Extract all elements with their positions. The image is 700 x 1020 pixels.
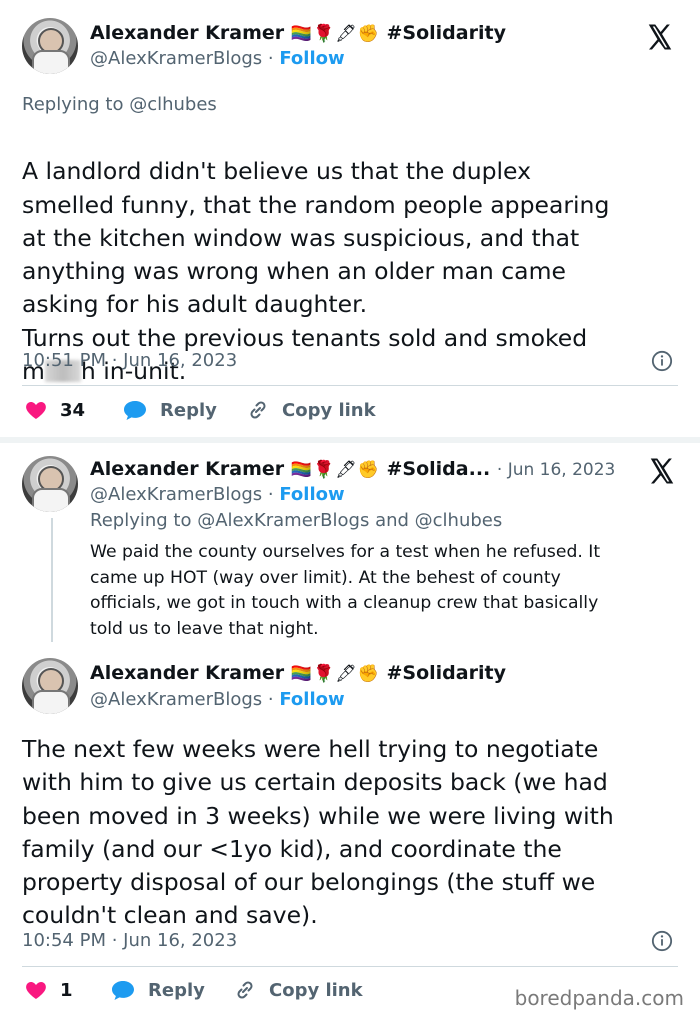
- copy-link-label: Copy link: [282, 399, 376, 421]
- tweet-text: The next few weeks were hell trying to n…: [22, 735, 614, 930]
- reply-label: Reply: [160, 399, 217, 421]
- copy-link-label: Copy link: [269, 979, 363, 1001]
- like-count: 1: [60, 979, 73, 1001]
- like-count: 34: [60, 399, 86, 421]
- tweet-text: We paid the county ourselves for a test …: [90, 542, 601, 639]
- handle-line: @AlexKramerBlogs · Follow: [90, 48, 345, 69]
- tweet-text-body: A landlord didn't believe us that the du…: [22, 157, 610, 352]
- heart-icon: [26, 402, 46, 419]
- section-divider: [0, 437, 700, 443]
- info-icon[interactable]: [651, 930, 673, 952]
- replying-to: Replying to @AlexKramerBlogs and @clhube…: [90, 510, 502, 531]
- handle-line: @AlexKramerBlogs · Follow: [90, 689, 345, 710]
- timestamp[interactable]: 10:51 PM · Jun 16, 2023: [22, 350, 237, 371]
- handle[interactable]: @AlexKramerBlogs: [90, 484, 262, 505]
- reply-button[interactable]: Reply: [122, 398, 217, 422]
- name-hashtag: #Solidarity: [386, 22, 506, 44]
- info-icon[interactable]: [651, 350, 673, 372]
- timestamp[interactable]: 10:54 PM · Jun 16, 2023: [22, 930, 237, 951]
- copy-link-button[interactable]: Copy link: [246, 398, 376, 422]
- follow-button[interactable]: Follow: [279, 689, 344, 710]
- replying-to: Replying to @clhubes: [22, 94, 217, 115]
- display-name[interactable]: Alexander Kramer 🏳️‍🌈🌹🖋✊ #Solidarity: [90, 662, 506, 684]
- replying-mention[interactable]: @clhubes: [129, 94, 217, 115]
- like-button[interactable]: 34: [24, 398, 85, 422]
- avatar[interactable]: [22, 658, 78, 714]
- replying-label: Replying to: [90, 510, 192, 531]
- reply-bubble-icon: [112, 981, 134, 1000]
- separator: ·: [267, 48, 274, 69]
- name-hashtag: #Solidarity: [386, 662, 506, 684]
- heart-icon: [26, 982, 46, 999]
- replying-mention[interactable]: @AlexKramerBlogs and @clhubes: [197, 510, 502, 531]
- display-name-text[interactable]: Alexander Kramer: [90, 662, 284, 684]
- watermark: boredpanda.com: [514, 986, 684, 1010]
- name-hashtag: #Solida...: [386, 458, 491, 480]
- name-emojis: 🏳️‍🌈🌹🖋✊: [290, 664, 380, 684]
- handle[interactable]: @AlexKramerBlogs: [90, 48, 262, 69]
- tweet-text: A landlord didn't believe us that the du…: [22, 122, 682, 388]
- display-name-text[interactable]: Alexander Kramer: [90, 22, 284, 44]
- separator: ·: [267, 484, 274, 505]
- display-name-text[interactable]: Alexander Kramer: [90, 458, 284, 480]
- avatar[interactable]: [22, 18, 78, 74]
- follow-button[interactable]: Follow: [279, 48, 344, 69]
- handle[interactable]: @AlexKramerBlogs: [90, 689, 262, 710]
- like-button[interactable]: 1: [24, 978, 73, 1002]
- divider: [22, 385, 678, 386]
- reply-bubble-icon: [124, 401, 146, 420]
- action-bar: 34 Reply Copy link: [0, 398, 700, 428]
- thread-line: [51, 518, 53, 642]
- link-icon: [237, 981, 253, 999]
- display-name[interactable]: Alexander Kramer 🏳️‍🌈🌹🖋✊ #Solidarity: [90, 22, 506, 44]
- avatar[interactable]: [22, 456, 78, 512]
- reply-button[interactable]: Reply: [110, 978, 205, 1002]
- copy-link-button[interactable]: Copy link: [233, 978, 363, 1002]
- x-logo-icon[interactable]: [647, 456, 677, 486]
- name-emojis: 🏳️‍🌈🌹🖋✊: [290, 460, 380, 480]
- link-icon: [250, 401, 266, 419]
- reply-label: Reply: [148, 979, 205, 1001]
- follow-button[interactable]: Follow: [279, 484, 344, 505]
- display-name[interactable]: Alexander Kramer 🏳️‍🌈🌹🖋✊ #Solida... · Ju…: [90, 458, 615, 480]
- handle-line: @AlexKramerBlogs · Follow: [90, 484, 345, 505]
- replying-label: Replying to: [22, 94, 124, 115]
- separator: ·: [267, 689, 274, 710]
- post-date[interactable]: · Jun 16, 2023: [497, 460, 615, 480]
- divider: [22, 966, 678, 967]
- x-logo-icon[interactable]: [645, 22, 675, 52]
- name-emojis: 🏳️‍🌈🌹🖋✊: [290, 24, 380, 44]
